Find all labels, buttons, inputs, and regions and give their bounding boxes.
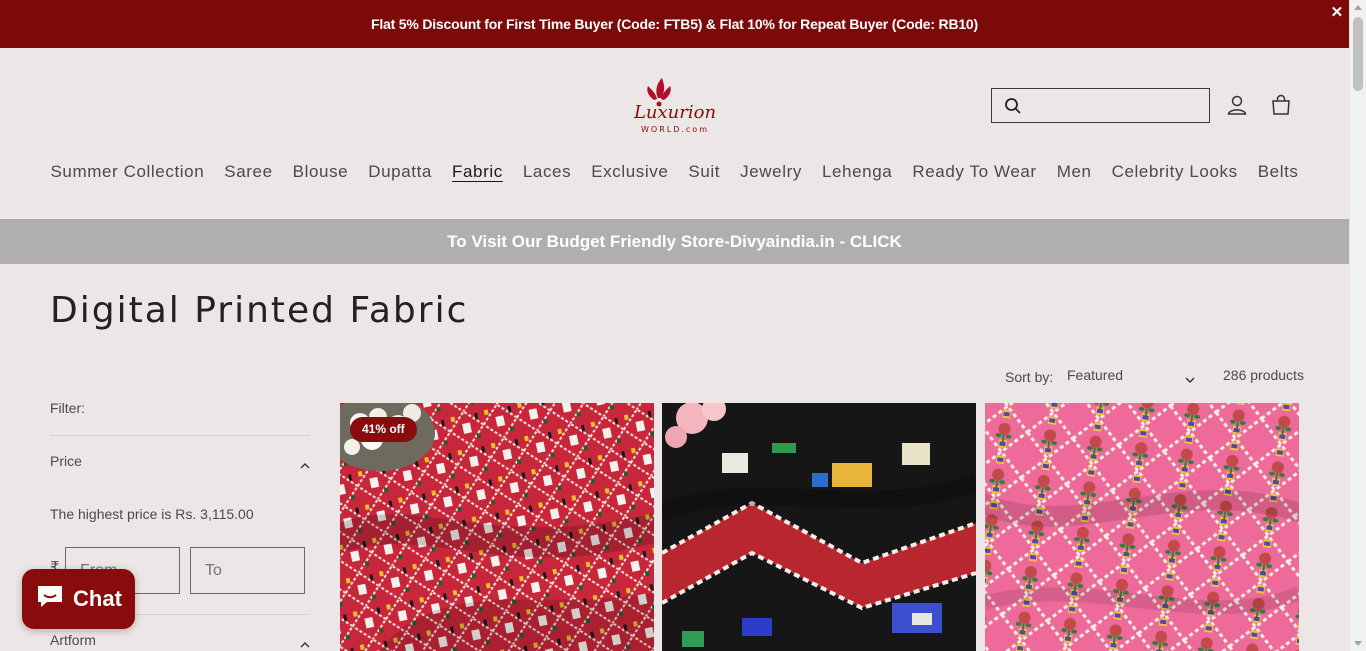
promo-text[interactable]: To Visit Our Budget Friendly Store-Divya… <box>447 232 902 252</box>
chevron-up-icon <box>300 457 310 473</box>
brand-logo[interactable]: Luxurion WORLD.com <box>628 76 722 136</box>
discount-badge: 41% off <box>350 417 417 442</box>
logo-sub: WORLD.com <box>641 125 709 134</box>
nav-item-exclusive[interactable]: Exclusive <box>581 162 678 182</box>
nav-item-fabric[interactable]: Fabric <box>442 162 513 182</box>
nav-item-blouse[interactable]: Blouse <box>283 162 359 182</box>
scroll-up-arrow-icon[interactable] <box>1354 5 1362 10</box>
sort-selected[interactable]: Featured <box>1067 367 1123 383</box>
nav-item-jewelry[interactable]: Jewelry <box>730 162 812 182</box>
artform-facet-toggle[interactable]: Artform <box>50 632 310 648</box>
sort-label: Sort by: <box>1005 369 1054 385</box>
nav-item-lehenga[interactable]: Lehenga <box>812 162 902 182</box>
scroll-down-arrow-icon[interactable] <box>1354 641 1362 646</box>
nav-item-ready-to-wear[interactable]: Ready To Wear <box>902 162 1046 182</box>
promo-bar[interactable]: To Visit Our Budget Friendly Store-Divya… <box>0 219 1349 264</box>
sort-bar: Sort by: Featured 286 products <box>1005 367 1304 387</box>
nav-item-celebrity-looks[interactable]: Celebrity Looks <box>1102 162 1248 182</box>
announcement-bar: Flat 5% Discount for First Time Buyer (C… <box>0 0 1349 48</box>
price-to-input[interactable] <box>190 547 305 594</box>
nav-item-dupatta[interactable]: Dupatta <box>358 162 442 182</box>
main-nav: Summer Collection Saree Blouse Dupatta F… <box>0 162 1349 182</box>
product-count: 286 products <box>1223 367 1304 383</box>
site-header: Luxurion WORLD.com Summer Collection Sar… <box>0 48 1349 219</box>
close-icon[interactable]: ✕ <box>1331 4 1344 22</box>
chat-label[interactable]: Chat <box>73 586 122 612</box>
announcement-text: Flat 5% Discount for First Time Buyer (C… <box>371 16 978 32</box>
product-card[interactable] <box>985 403 1299 651</box>
search-icon[interactable] <box>1004 97 1022 120</box>
sort-select[interactable]: Featured <box>1067 367 1195 383</box>
price-note: The highest price is Rs. 3,115.00 <box>50 506 254 522</box>
chevron-up-icon <box>300 636 310 651</box>
page-scrollbar[interactable] <box>1349 0 1366 651</box>
product-card[interactable]: 41% off <box>340 403 654 651</box>
nav-item-suit[interactable]: Suit <box>678 162 730 182</box>
chevron-down-icon <box>1185 371 1195 387</box>
search-box[interactable] <box>991 88 1210 123</box>
price-facet-toggle[interactable]: Price <box>50 453 310 469</box>
artform-facet-heading[interactable]: Artform <box>50 632 96 648</box>
filter-label: Filter: <box>50 400 85 416</box>
divider <box>50 435 310 436</box>
search-input[interactable] <box>1030 91 1204 120</box>
cart-icon[interactable] <box>1269 93 1293 117</box>
logo-word: Luxurion <box>633 102 716 123</box>
nav-item-summer-collection[interactable]: Summer Collection <box>40 162 214 182</box>
product-image[interactable] <box>662 403 976 651</box>
account-icon[interactable] <box>1225 93 1249 117</box>
page-title: Digital Printed Fabric <box>50 290 469 331</box>
logo-mark-icon: Luxurion WORLD.com <box>633 78 716 134</box>
chat-icon <box>35 583 65 615</box>
product-image[interactable] <box>985 403 1299 651</box>
scrollbar-thumb[interactable] <box>1353 17 1363 91</box>
nav-item-laces[interactable]: Laces <box>513 162 581 182</box>
product-card[interactable] <box>662 403 976 651</box>
nav-item-saree[interactable]: Saree <box>214 162 282 182</box>
nav-item-belts[interactable]: Belts <box>1248 162 1309 182</box>
nav-item-men[interactable]: Men <box>1047 162 1102 182</box>
chat-button[interactable]: Chat <box>22 569 135 629</box>
price-facet-heading[interactable]: Price <box>50 453 82 469</box>
